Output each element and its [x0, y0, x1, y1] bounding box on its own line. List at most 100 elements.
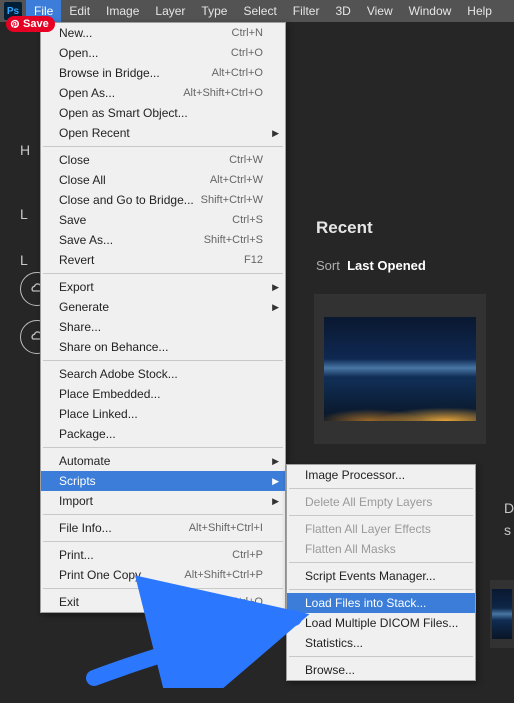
menubar-item-type[interactable]: Type — [193, 0, 235, 22]
file-menu-item-generate[interactable]: Generate▶ — [41, 297, 285, 317]
right-text-fragment: D s — [504, 500, 514, 544]
menu-separator — [43, 541, 283, 542]
menu-item-label: Import — [59, 494, 263, 508]
menu-separator — [289, 488, 473, 489]
menu-separator — [289, 515, 473, 516]
menu-item-label: Save As... — [59, 233, 204, 247]
scripts-menu-item-load-files-into-stack[interactable]: Load Files into Stack... — [287, 593, 475, 613]
menu-item-accelerator: Alt+Shift+Ctrl+P — [184, 569, 263, 581]
file-menu-item-import[interactable]: Import ▶ — [41, 491, 285, 511]
file-menu-item-package[interactable]: Package... — [41, 424, 285, 444]
menu-separator — [43, 447, 283, 448]
recent-thumbnail[interactable] — [314, 294, 486, 444]
file-menu-item-revert[interactable]: RevertF12 — [41, 250, 285, 270]
file-menu-item-file-info[interactable]: File Info...Alt+Shift+Ctrl+I — [41, 518, 285, 538]
file-menu-item-browse-in-bridge[interactable]: Browse in Bridge...Alt+Ctrl+O — [41, 63, 285, 83]
frag-h: H — [20, 142, 30, 160]
file-menu-item-open-as[interactable]: Open As...Alt+Shift+Ctrl+O — [41, 83, 285, 103]
file-menu-item-close-and-go-to-bridge[interactable]: Close and Go to Bridge...Shift+Ctrl+W — [41, 190, 285, 210]
menu-item-label: Close All — [59, 173, 210, 187]
sort-control[interactable]: Sort Last Opened — [316, 258, 426, 273]
menu-item-label: Load Multiple DICOM Files... — [305, 616, 458, 630]
file-menu-item-close-all[interactable]: Close AllAlt+Ctrl+W — [41, 170, 285, 190]
file-menu-item-save[interactable]: SaveCtrl+S — [41, 210, 285, 230]
submenu-arrow-icon: ▶ — [272, 496, 279, 507]
menu-item-label: Script Events Manager... — [305, 569, 453, 583]
thumbnail-image-2 — [492, 589, 512, 639]
menubar-item-window[interactable]: Window — [401, 0, 460, 22]
menu-item-label: Image Processor... — [305, 468, 453, 482]
file-menu-item-print[interactable]: Print...Ctrl+P — [41, 545, 285, 565]
file-menu: New...Ctrl+NOpen...Ctrl+OBrowse in Bridg… — [40, 22, 286, 613]
file-menu-item-share[interactable]: Share... — [41, 317, 285, 337]
menu-item-label: New... — [59, 26, 232, 40]
recent-thumbnail-2[interactable] — [490, 580, 514, 648]
file-menu-item-close[interactable]: CloseCtrl+W — [41, 150, 285, 170]
scripts-menu-item-browse[interactable]: Browse... — [287, 660, 475, 680]
menu-item-accelerator: Ctrl+W — [229, 154, 263, 166]
sort-label: Sort — [316, 258, 340, 273]
file-menu-item-open[interactable]: Open...Ctrl+O — [41, 43, 285, 63]
file-menu-item-new[interactable]: New...Ctrl+N — [41, 23, 285, 43]
scripts-menu-item-script-events-manager[interactable]: Script Events Manager... — [287, 566, 475, 586]
menu-item-label: Revert — [59, 253, 244, 267]
menubar-item-3d[interactable]: 3D — [327, 0, 358, 22]
menu-separator — [289, 656, 473, 657]
menu-item-accelerator: Alt+Shift+Ctrl+O — [183, 87, 263, 99]
scripts-menu-item-load-multiple-dicom-files[interactable]: Load Multiple DICOM Files... — [287, 613, 475, 633]
menu-item-accelerator: Ctrl+O — [231, 47, 263, 59]
menu-separator — [43, 514, 283, 515]
menu-separator — [43, 360, 283, 361]
submenu-arrow-icon: ▶ — [272, 476, 279, 487]
home-sidebar-fragment: H L L — [20, 142, 30, 278]
menu-item-label: Delete All Empty Layers — [305, 495, 453, 509]
menu-item-label: Scripts — [59, 474, 263, 488]
menubar: Ps FileEditImageLayerTypeSelectFilter3DV… — [0, 0, 514, 22]
menubar-item-view[interactable]: View — [359, 0, 401, 22]
scripts-submenu: Image Processor... Delete All Empty Layer… — [286, 464, 476, 681]
menubar-item-image[interactable]: Image — [98, 0, 147, 22]
menu-item-label: Open As... — [59, 86, 183, 100]
menubar-item-filter[interactable]: Filter — [285, 0, 328, 22]
file-menu-item-share-on-behance[interactable]: Share on Behance... — [41, 337, 285, 357]
pinterest-save-button[interactable]: Save — [6, 16, 55, 32]
menu-item-label: Place Linked... — [59, 407, 263, 421]
menubar-item-layer[interactable]: Layer — [147, 0, 193, 22]
file-menu-item-open-as-smart-object[interactable]: Open as Smart Object... — [41, 103, 285, 123]
menu-item-label: Automate — [59, 454, 263, 468]
menu-item-accelerator: Ctrl+P — [232, 549, 263, 561]
file-menu-item-automate[interactable]: Automate▶ — [41, 451, 285, 471]
file-menu-item-search-adobe-stock[interactable]: Search Adobe Stock... — [41, 364, 285, 384]
file-menu-item-save-as[interactable]: Save As...Shift+Ctrl+S — [41, 230, 285, 250]
menu-item-label: Flatten All Masks — [305, 542, 453, 556]
scripts-menu-item-statistics[interactable]: Statistics... — [287, 633, 475, 653]
menu-item-label: Open as Smart Object... — [59, 106, 263, 120]
menubar-item-help[interactable]: Help — [459, 0, 500, 22]
frag-l1: L — [20, 206, 30, 224]
file-menu-item-place-embedded[interactable]: Place Embedded... — [41, 384, 285, 404]
scripts-menu-item-image-processor[interactable]: Image Processor... — [287, 465, 475, 485]
menu-item-label: Package... — [59, 427, 263, 441]
file-menu-item-open-recent[interactable]: Open Recent▶ — [41, 123, 285, 143]
file-menu-item-place-linked[interactable]: Place Linked... — [41, 404, 285, 424]
menubar-item-edit[interactable]: Edit — [61, 0, 98, 22]
file-menu-item-export[interactable]: Export▶ — [41, 277, 285, 297]
thumbnail-image — [324, 317, 476, 421]
menu-item-label: Generate — [59, 300, 263, 314]
menu-item-label: Exit — [59, 595, 231, 609]
file-menu-item-scripts[interactable]: Scripts ▶ — [41, 471, 285, 491]
menu-item-label: Share on Behance... — [59, 340, 263, 354]
file-menu-item-exit[interactable]: ExitCtrl+Q — [41, 592, 285, 612]
menu-item-label: Browse... — [305, 663, 453, 677]
recent-heading: Recent — [316, 218, 426, 238]
menu-item-accelerator: Ctrl+S — [232, 214, 263, 226]
menu-item-label: Place Embedded... — [59, 387, 263, 401]
file-menu-item-print-one-copy[interactable]: Print One CopyAlt+Shift+Ctrl+P — [41, 565, 285, 585]
menu-item-label: Close and Go to Bridge... — [59, 193, 201, 207]
scripts-menu-item-flatten-all-layer-effects: Flatten All Layer Effects — [287, 519, 475, 539]
menu-item-label: File Info... — [59, 521, 189, 535]
menu-separator — [289, 589, 473, 590]
menu-separator — [43, 146, 283, 147]
menubar-item-select[interactable]: Select — [235, 0, 284, 22]
menu-item-label: Flatten All Layer Effects — [305, 522, 453, 536]
